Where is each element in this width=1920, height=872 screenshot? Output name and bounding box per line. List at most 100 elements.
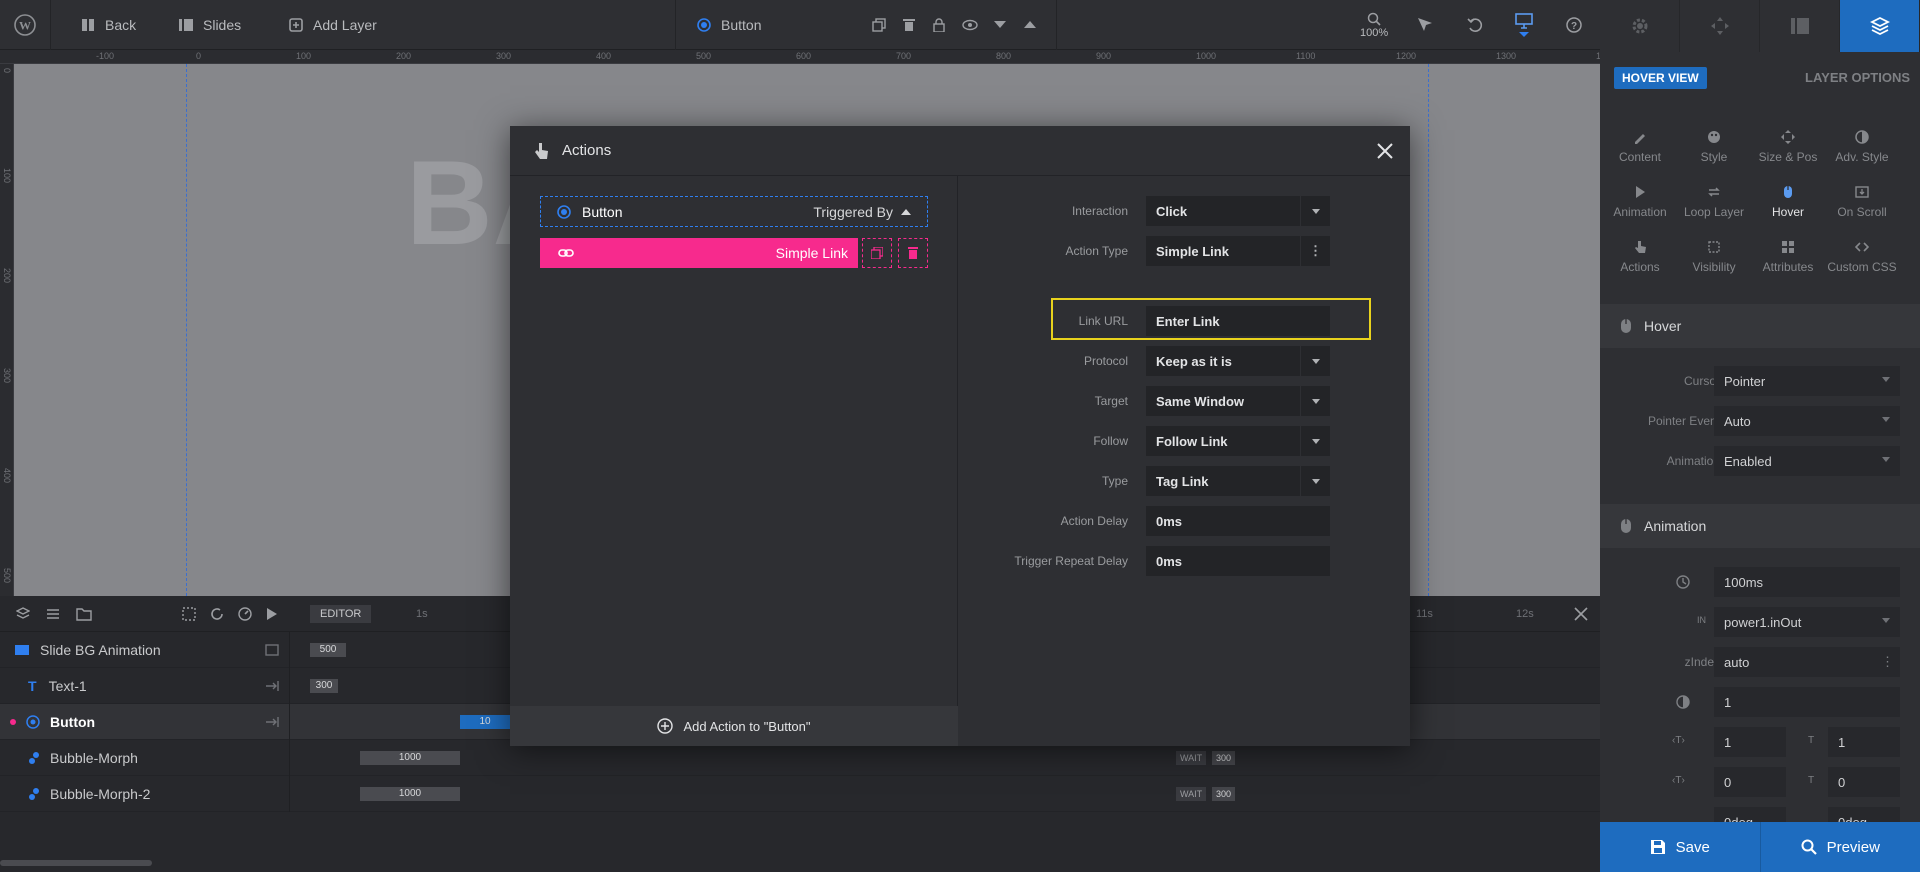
settings-tab[interactable]	[1600, 0, 1680, 52]
field-select[interactable]: Follow Link	[1146, 426, 1330, 456]
desktop-view-button[interactable]	[1515, 0, 1533, 50]
duplicate-action-button[interactable]	[862, 238, 892, 268]
animation-prop[interactable]: Animation Enabled	[1600, 446, 1920, 476]
timeline-row-bubble-morph-2[interactable]: Bubble-Morph-2 1000 WAIT 300	[0, 775, 1600, 812]
field-input[interactable]: 0ms	[1146, 506, 1330, 536]
option-on-scroll[interactable]: On Scroll	[1825, 177, 1899, 227]
help-button[interactable]: ?	[1566, 0, 1582, 50]
add-layer-button[interactable]: Add Layer	[288, 0, 377, 50]
visibility-toggle[interactable]	[962, 0, 978, 50]
list-icon[interactable]	[46, 607, 60, 621]
more-options-toggle[interactable]: ⋮	[1300, 236, 1330, 266]
skew-x-input[interactable]: 0	[1714, 767, 1786, 797]
rotation-a-input[interactable]: 0deg	[1714, 807, 1786, 822]
layer-trigger-header[interactable]: Button Triggered By	[540, 196, 928, 227]
navigation-tab[interactable]	[1680, 0, 1760, 52]
cursor-prop[interactable]: Cursor Pointer	[1600, 366, 1920, 396]
editor-tag[interactable]: EDITOR	[310, 605, 372, 623]
rotation-prop[interactable]: 0deg 0deg	[1600, 807, 1920, 822]
timeline-scrollbar[interactable]	[0, 860, 152, 866]
layers-tab[interactable]	[1840, 0, 1920, 52]
timeline-bar[interactable]: 10	[460, 714, 510, 729]
zoom-control[interactable]: 100%	[1360, 0, 1388, 50]
field-select[interactable]: Same Window	[1146, 386, 1330, 416]
snap-icon[interactable]	[182, 607, 196, 621]
animation-select[interactable]: Enabled	[1714, 446, 1900, 476]
select-tool-button[interactable]	[1417, 0, 1433, 50]
back-button[interactable]: Back	[80, 0, 136, 50]
timeline-bar[interactable]: 1000	[360, 750, 460, 765]
dropdown-toggle[interactable]	[1300, 196, 1330, 226]
play-icon[interactable]	[266, 607, 278, 621]
option-loop-layer[interactable]: Loop Layer	[1677, 177, 1751, 227]
ease-prop[interactable]: IN power1.inOut	[1600, 607, 1920, 637]
selected-layer-indicator[interactable]: Button	[696, 0, 761, 50]
dropdown-toggle[interactable]	[1300, 386, 1330, 416]
lock-layer-button[interactable]	[933, 0, 945, 50]
field-select[interactable]: Click	[1146, 196, 1330, 226]
hover-view-badge[interactable]: HOVER VIEW	[1614, 67, 1707, 89]
option-adv-style[interactable]: Adv. Style	[1825, 122, 1899, 172]
skew-y-input[interactable]: 0	[1828, 767, 1900, 797]
scale-x-input[interactable]: 1	[1714, 727, 1786, 757]
field-select[interactable]: Keep as it is	[1146, 346, 1330, 376]
action-item-simple-link[interactable]: Simple Link	[540, 238, 858, 268]
animation-section-title: Animation	[1644, 518, 1707, 534]
field-input[interactable]: 0ms	[1146, 546, 1330, 576]
delete-action-button[interactable]	[898, 238, 928, 268]
layer-down-button[interactable]	[994, 0, 1006, 50]
undo-button[interactable]	[1467, 0, 1483, 50]
more-icon[interactable]: ⋮	[1881, 654, 1894, 670]
dropdown-toggle[interactable]	[1300, 346, 1330, 376]
opacity-input[interactable]: 1	[1714, 687, 1900, 717]
slide-tab[interactable]	[1760, 0, 1840, 52]
preview-button[interactable]: Preview	[1761, 822, 1920, 872]
close-icon[interactable]	[1376, 142, 1394, 160]
refresh-icon[interactable]	[210, 607, 224, 621]
option-hover[interactable]: Hover	[1751, 177, 1825, 227]
timeline-bar[interactable]: 500	[310, 642, 346, 657]
cursor-select[interactable]: Pointer	[1714, 366, 1900, 396]
close-timeline-icon[interactable]	[1574, 607, 1588, 621]
skew-prop[interactable]: ‹T› 0 T 0	[1600, 767, 1920, 797]
dropdown-toggle[interactable]	[1300, 466, 1330, 496]
hover-section-header[interactable]: Hover	[1600, 304, 1920, 348]
duration-input[interactable]: 100ms	[1714, 567, 1900, 597]
option-actions[interactable]: Actions	[1603, 232, 1677, 282]
opacity-prop[interactable]: 1	[1600, 687, 1920, 717]
ease-select[interactable]: power1.inOut	[1714, 607, 1900, 637]
save-button[interactable]: Save	[1600, 822, 1761, 872]
field-action-type: Action Type Simple Link ⋮	[959, 236, 1410, 266]
pointer-event-select[interactable]: Auto	[1714, 406, 1900, 436]
option-visibility[interactable]: Visibility	[1677, 232, 1751, 282]
pointer-event-prop[interactable]: Pointer Event Auto	[1600, 406, 1920, 436]
option-style[interactable]: Style	[1677, 122, 1751, 172]
timeline-bar[interactable]: 300	[310, 678, 338, 693]
add-action-button[interactable]: Add Action to "Button"	[510, 706, 958, 746]
dropdown-toggle[interactable]	[1300, 426, 1330, 456]
wordpress-logo[interactable]: W	[14, 0, 36, 50]
option-content[interactable]: Content	[1603, 122, 1677, 172]
field-select[interactable]: Simple Link ⋮	[1146, 236, 1330, 266]
delete-layer-button[interactable]	[903, 0, 915, 50]
speed-icon[interactable]	[238, 607, 252, 621]
option-attributes[interactable]: Attributes	[1751, 232, 1825, 282]
animation-section-header[interactable]: Animation	[1600, 504, 1920, 548]
folder-icon[interactable]	[76, 607, 92, 621]
zindex-prop[interactable]: zIndex auto ⋮	[1600, 647, 1920, 677]
layer-up-button[interactable]	[1024, 0, 1036, 50]
option-animation[interactable]: Animation	[1603, 177, 1677, 227]
option-size-pos[interactable]: Size & Pos	[1751, 122, 1825, 172]
duplicate-layer-button[interactable]	[872, 0, 886, 50]
duration-prop[interactable]: 100ms	[1600, 567, 1920, 597]
scale-prop[interactable]: ‹T› 1 T 1	[1600, 727, 1920, 757]
rotation-b-input[interactable]: 0deg	[1828, 807, 1900, 822]
slides-button[interactable]: Slides	[178, 0, 241, 50]
timeline-bar[interactable]: 1000	[360, 786, 460, 801]
layers-icon[interactable]	[16, 607, 30, 621]
scale-y-input[interactable]: 1	[1828, 727, 1900, 757]
zindex-input[interactable]: auto ⋮	[1714, 647, 1900, 677]
field-input[interactable]: Enter Link	[1146, 306, 1330, 336]
field-select[interactable]: Tag Link	[1146, 466, 1330, 496]
option-custom-css[interactable]: Custom CSS	[1825, 232, 1899, 282]
